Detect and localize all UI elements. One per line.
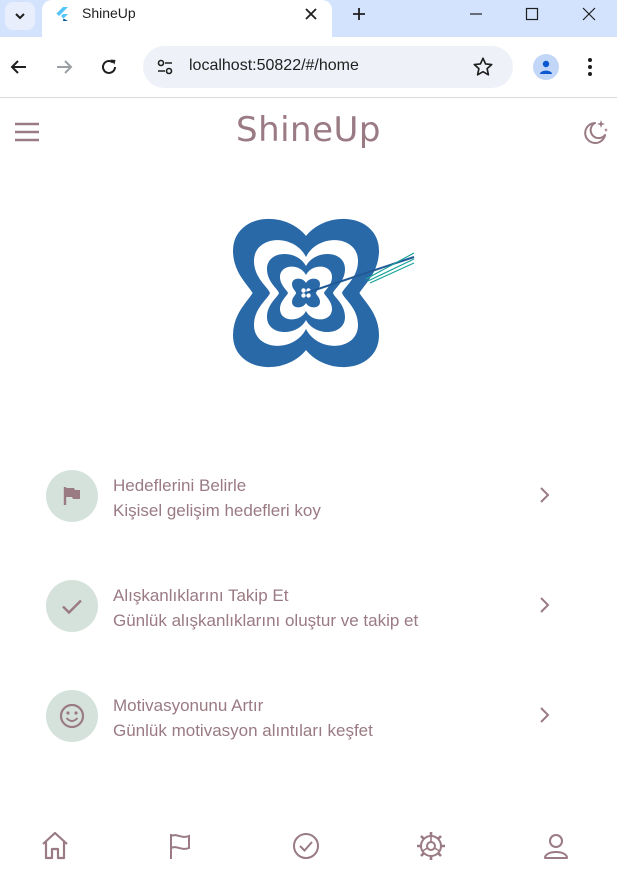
browser-menu-button[interactable] [580, 54, 600, 80]
bottom-navigation [0, 818, 617, 882]
dark-mode-icon[interactable] [579, 117, 609, 147]
smiley-icon [59, 703, 85, 729]
tab-title: ShineUp [82, 5, 136, 21]
feature-title: Alışkanlıklarını Takip Et [113, 586, 289, 605]
browser-tab[interactable]: ShineUp [42, 0, 332, 37]
feature-subtitle: Günlük alışkanlıklarını oluştur ve takip… [113, 611, 419, 630]
reload-button[interactable] [95, 53, 123, 81]
chevron-right-icon [540, 707, 550, 723]
feature-item-motivation[interactable]: Motivasyonunu Artır Günlük motivasyon al… [46, 690, 566, 750]
close-icon [582, 7, 596, 21]
feature-item-habits[interactable]: Alışkanlıklarını Takip Et Günlük alışkan… [46, 580, 566, 640]
profile-button[interactable] [533, 54, 559, 80]
reload-icon [102, 59, 116, 74]
tab-search-button[interactable] [5, 2, 35, 30]
flag-outline-icon [170, 834, 190, 859]
home-icon [42, 831, 68, 860]
chevron-right-icon [540, 487, 550, 503]
flag-icon [63, 487, 80, 505]
forward-button[interactable] [50, 53, 78, 81]
browser-tab-strip: ShineUp [0, 0, 617, 37]
feature-title: Hedeflerini Belirle [113, 476, 247, 495]
chevron-down-icon [15, 13, 25, 20]
feature-title: Motivasyonunu Artır [113, 696, 264, 715]
nav-home[interactable] [37, 828, 73, 864]
feature-subtitle: Günlük motivasyon alıntıları keşfet [113, 721, 373, 740]
kebab-icon [588, 58, 592, 76]
nav-settings[interactable] [413, 828, 449, 864]
maximize-button[interactable] [504, 0, 560, 28]
feature-avatar [46, 580, 98, 632]
chevron-right-icon [540, 597, 550, 613]
forward-arrow-icon [57, 60, 73, 74]
check-circle-icon [293, 833, 319, 859]
star-icon[interactable] [472, 56, 494, 78]
back-button[interactable] [5, 53, 33, 81]
site-info-icon[interactable] [155, 57, 175, 77]
minimize-icon [470, 13, 482, 15]
settings-icon [417, 832, 445, 860]
feature-subtitle: Kişisel gelişim hedefleri koy [113, 501, 321, 520]
nav-habits[interactable] [288, 828, 324, 864]
feature-avatar [46, 690, 98, 742]
new-tab-button[interactable] [346, 3, 372, 25]
minimize-button[interactable] [448, 0, 504, 28]
feature-avatar [46, 470, 98, 522]
nav-goals[interactable] [162, 828, 198, 864]
tab-close-button[interactable] [298, 3, 324, 25]
url-text: localhost:50822/#/home [189, 57, 359, 74]
close-icon [305, 8, 317, 20]
flutter-icon [56, 7, 68, 21]
shineup-logo [233, 218, 415, 368]
back-arrow-icon [10, 60, 26, 74]
nav-profile[interactable] [538, 828, 574, 864]
maximize-icon [525, 7, 539, 21]
feature-item-goals[interactable]: Hedeflerini Belirle Kişisel gelişim hede… [46, 470, 566, 530]
close-window-button[interactable] [561, 0, 617, 28]
person-icon [544, 834, 568, 859]
app-title: ShineUp [235, 110, 381, 150]
plus-icon [353, 8, 365, 20]
person-icon [540, 60, 552, 74]
browser-toolbar: localhost:50822/#/home [0, 37, 617, 98]
check-icon [62, 599, 82, 615]
address-bar[interactable]: localhost:50822/#/home [143, 46, 513, 88]
